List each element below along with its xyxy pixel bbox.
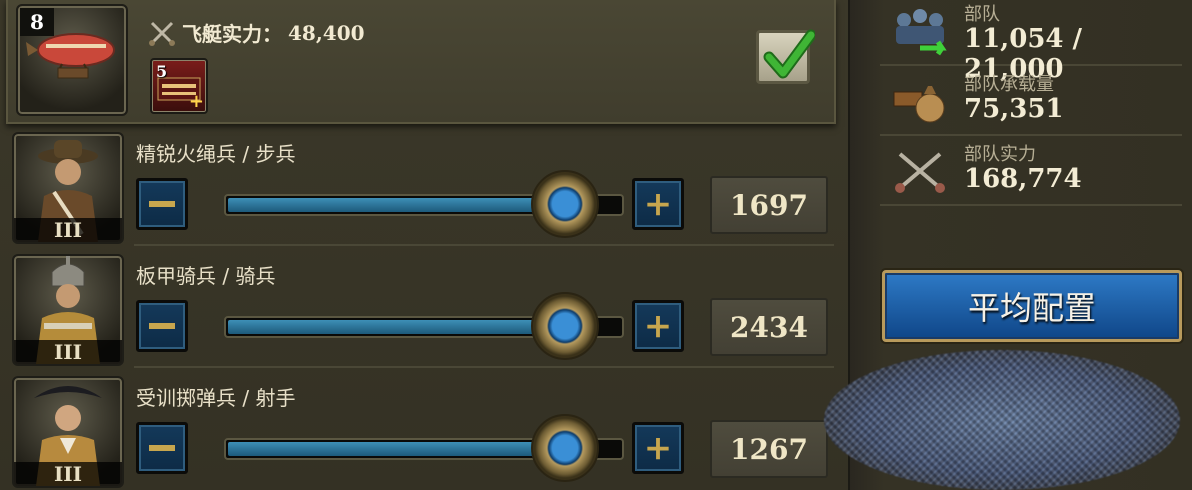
plus-icon: +: [643, 306, 673, 346]
airship-level-badge: 8: [20, 8, 54, 36]
unit-count-input[interactable]: 1267: [710, 420, 828, 478]
unit-slider-fill: [228, 320, 565, 334]
row-divider: [134, 366, 834, 368]
unit-name: 精锐火绳兵 / 步兵: [136, 142, 296, 166]
unit-slider-fill: [228, 198, 565, 212]
minus-icon: [149, 323, 175, 329]
airship-equipment-slot[interactable]: 5 +: [150, 58, 208, 114]
row-divider: [134, 244, 834, 246]
unit-slider-track[interactable]: [224, 292, 624, 360]
stat-power-value: 168,774: [964, 164, 1082, 194]
stat-capacity-value: 75,351: [964, 94, 1064, 124]
unit-count-input[interactable]: 2434: [710, 298, 828, 356]
unit-tier: III: [14, 218, 122, 242]
airship-power: 飞艇实力： 48,400: [148, 18, 365, 47]
unit-count-input[interactable]: 1697: [710, 176, 828, 234]
airship-power-value: 48,400: [288, 20, 365, 45]
crossed-swords-icon: [149, 21, 175, 46]
unit-tier: III: [14, 462, 122, 486]
airship-power-label: 飞艇实力：: [182, 22, 282, 46]
equipment-add-icon: +: [188, 91, 204, 112]
unit-name: 板甲骑兵 / 骑兵: [136, 264, 276, 288]
increase-button[interactable]: +: [632, 178, 684, 230]
supply-sack-icon: [890, 74, 950, 130]
stat-capacity-label: 部队承载量: [964, 74, 1054, 95]
decrease-button[interactable]: [136, 422, 188, 474]
average-distribution-button[interactable]: 平均配置: [882, 270, 1182, 342]
equipment-count: 5: [156, 62, 168, 81]
unit-slider-track[interactable]: [224, 170, 624, 238]
stat-capacity: 部队承载量 75,351: [880, 70, 1182, 136]
unit-row-cavalry: III 板甲骑兵 / 骑兵 + 2434: [6, 250, 834, 368]
increase-button[interactable]: +: [632, 422, 684, 474]
obscured-button-area: [824, 350, 1180, 490]
unit-portrait-grenadier: III: [12, 376, 124, 488]
unit-portrait-cavalry: III: [12, 254, 124, 366]
unit-row-grenadier: III 受训掷弹兵 / 射手 + 1267: [6, 372, 834, 490]
unit-tier: III: [14, 340, 122, 364]
increase-button[interactable]: +: [632, 300, 684, 352]
airship-portrait: 8: [16, 4, 128, 116]
troops-icon: [890, 4, 950, 60]
unit-name: 受训掷弹兵 / 射手: [136, 386, 296, 410]
plus-icon: +: [643, 428, 673, 468]
decrease-button[interactable]: [136, 300, 188, 352]
unit-slider-knob[interactable]: [530, 414, 599, 482]
stat-power: 部队实力 168,774: [880, 140, 1182, 206]
minus-icon: [149, 201, 175, 207]
airship-select-checkbox[interactable]: [756, 29, 815, 84]
checkmark-icon: [763, 29, 815, 79]
unit-slider-knob[interactable]: [530, 170, 599, 238]
crossed-pistols-icon: [890, 144, 950, 200]
decrease-button[interactable]: [136, 178, 188, 230]
plus-icon: +: [643, 184, 673, 224]
minus-icon: [149, 445, 175, 451]
unit-slider-fill: [228, 442, 565, 456]
unit-portrait-musketeer: III: [12, 132, 124, 244]
airship-row[interactable]: 8 飞艇实力： 48,400 5 +: [6, 0, 836, 124]
stat-troops-label: 部队: [964, 4, 1000, 25]
unit-slider-knob[interactable]: [530, 292, 599, 360]
stat-troops: 部队 11,054 / 21,000: [880, 0, 1182, 84]
unit-row-musketeer: III 精锐火绳兵 / 步兵 + 1697: [6, 128, 834, 246]
unit-slider-track[interactable]: [224, 414, 624, 482]
stat-power-label: 部队实力: [964, 144, 1036, 165]
